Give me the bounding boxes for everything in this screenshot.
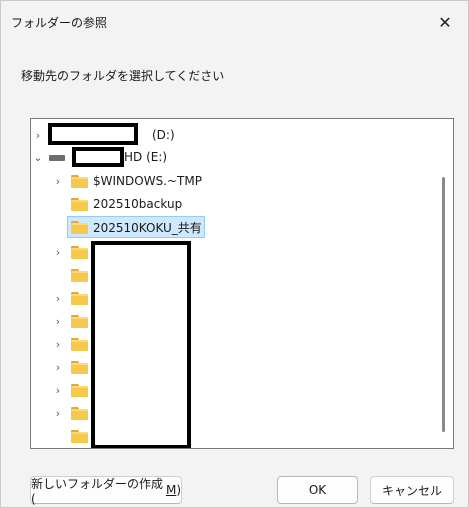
chevron-right-icon[interactable]: ›: [53, 287, 63, 309]
folder-icon: [71, 269, 88, 282]
tree-item-drive-d[interactable]: › (D:): [31, 123, 431, 146]
folder-label: 202510backup: [93, 197, 183, 211]
dialog-title: フォルダーの参照: [11, 16, 108, 30]
title-bar: フォルダーの参照 ✕: [1, 1, 468, 43]
close-button[interactable]: ✕: [422, 1, 468, 43]
folder-icon: [71, 430, 88, 443]
folder-icon: [71, 384, 88, 397]
new-folder-label-prefix: 新しいフォルダーの作成(: [31, 476, 164, 506]
folder-icon: [71, 361, 88, 374]
folder-icon: [71, 315, 88, 328]
drive-d-label: (D:): [152, 128, 175, 142]
cancel-button[interactable]: キャンセル: [370, 476, 454, 504]
redacted-block: [91, 241, 191, 448]
chevron-down-icon[interactable]: ⌄: [33, 146, 43, 168]
folder-tree[interactable]: › (D:) ⌄ HD (E:) › $WINDOWS.~TMP 202510b…: [30, 118, 454, 449]
ok-button[interactable]: OK: [277, 476, 358, 504]
new-folder-label-suffix: ): [176, 483, 181, 497]
drive-e-label: HD (E:): [124, 150, 168, 164]
tree-item-folder[interactable]: 202510backup: [31, 193, 431, 215]
instruction-text: 移動先のフォルダを選択してください: [21, 69, 225, 83]
folder-icon: [71, 292, 88, 305]
new-folder-button[interactable]: 新しいフォルダーの作成(M): [30, 476, 182, 506]
folder-browse-dialog: フォルダーの参照 ✕ 移動先のフォルダを選択してください › (D:) ⌄ HD…: [0, 0, 469, 508]
tree-item-folder[interactable]: › $WINDOWS.~TMP: [31, 170, 431, 192]
folder-label: 202510KOKU_共有: [93, 220, 202, 235]
folder-icon: [71, 338, 88, 351]
folder-icon: [71, 246, 88, 259]
drive-icon: [49, 155, 65, 161]
folder-icon: [71, 221, 88, 234]
tree-item-drive-e[interactable]: ⌄ HD (E:): [31, 146, 431, 168]
chevron-right-icon[interactable]: ›: [53, 402, 63, 424]
chevron-right-icon[interactable]: ›: [53, 333, 63, 355]
folder-icon: [71, 198, 88, 211]
folder-icon: [71, 175, 88, 188]
redacted-block: [48, 123, 138, 145]
chevron-right-icon[interactable]: ›: [53, 170, 63, 192]
redacted-block: [72, 147, 124, 167]
chevron-right-icon[interactable]: ›: [53, 310, 63, 332]
vertical-scrollbar[interactable]: [442, 177, 445, 432]
new-folder-accelerator: M: [165, 483, 177, 497]
chevron-right-icon[interactable]: ›: [33, 124, 43, 146]
folder-icon: [71, 407, 88, 420]
chevron-right-icon[interactable]: ›: [53, 241, 63, 263]
folder-label: $WINDOWS.~TMP: [93, 174, 202, 188]
chevron-right-icon[interactable]: ›: [53, 379, 63, 401]
chevron-right-icon[interactable]: ›: [53, 356, 63, 378]
tree-item-folder-selected[interactable]: 202510KOKU_共有: [31, 216, 431, 238]
